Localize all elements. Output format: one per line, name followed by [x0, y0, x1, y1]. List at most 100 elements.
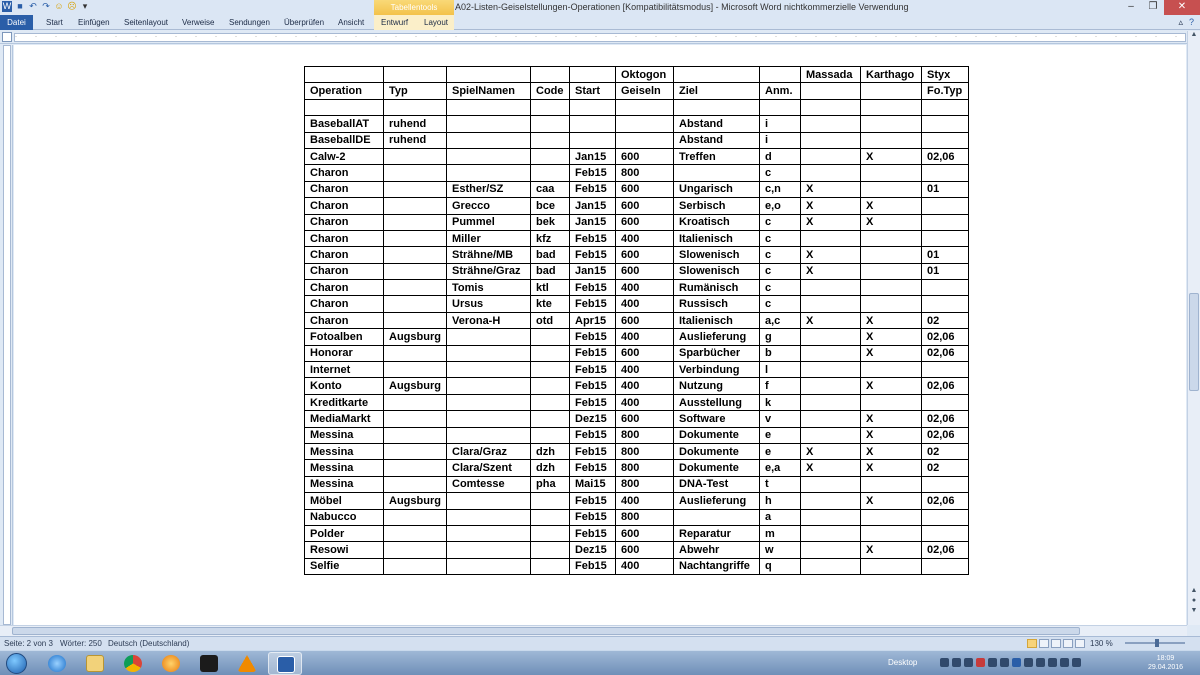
table-cell[interactable]: X: [860, 410, 922, 428]
table-cell[interactable]: 800: [615, 508, 674, 526]
table-cell[interactable]: [383, 98, 447, 117]
table-cell[interactable]: 400: [615, 229, 674, 248]
table-cell[interactable]: d: [759, 147, 801, 166]
table-cell[interactable]: Resowi: [304, 541, 384, 559]
table-cell[interactable]: Abwehr: [673, 541, 760, 559]
table-cell[interactable]: [673, 98, 760, 117]
table-cell[interactable]: [800, 410, 861, 428]
table-cell[interactable]: [759, 65, 801, 84]
table-cell[interactable]: i: [759, 115, 801, 133]
table-cell[interactable]: Slowenisch: [673, 246, 760, 264]
table-cell[interactable]: [615, 115, 674, 133]
table-cell[interactable]: Feb15: [569, 344, 616, 363]
tab-selector[interactable]: [2, 32, 12, 42]
table-cell[interactable]: l: [759, 361, 801, 379]
table-cell[interactable]: Nutzung: [673, 377, 760, 395]
table-cell[interactable]: X: [800, 262, 861, 281]
table-cell[interactable]: [921, 393, 969, 412]
taskbar-internet-explorer[interactable]: [40, 652, 74, 675]
full-screen-view-icon[interactable]: [1039, 639, 1049, 648]
table-cell[interactable]: [860, 279, 922, 297]
table-cell[interactable]: Ausstellung: [673, 393, 760, 412]
table-cell[interactable]: e,a: [759, 459, 801, 477]
table-cell[interactable]: [860, 475, 922, 494]
table-cell[interactable]: 600: [615, 213, 674, 231]
table-cell[interactable]: Russisch: [673, 295, 760, 313]
table-cell[interactable]: e: [759, 442, 801, 461]
table-cell[interactable]: 01: [921, 246, 969, 264]
table-cell[interactable]: Dez15: [569, 410, 616, 428]
undo-icon[interactable]: ↶: [28, 1, 38, 12]
table-cell[interactable]: [569, 115, 616, 133]
table-cell[interactable]: 400: [615, 393, 674, 412]
table-cell[interactable]: [530, 492, 570, 510]
table-cell[interactable]: [569, 65, 616, 84]
table-cell[interactable]: [860, 524, 922, 543]
table-cell[interactable]: a,c: [759, 311, 801, 330]
table-cell[interactable]: Feb15: [569, 492, 616, 510]
table-cell[interactable]: [921, 475, 969, 494]
table-cell[interactable]: X: [800, 197, 861, 215]
table-cell[interactable]: Feb15: [569, 426, 616, 444]
table-cell[interactable]: Selfie: [304, 557, 384, 576]
table-cell[interactable]: [383, 344, 447, 363]
table-cell[interactable]: [860, 246, 922, 264]
table-cell[interactable]: [921, 197, 969, 215]
table-cell[interactable]: Feb15: [569, 361, 616, 379]
table-cell[interactable]: [530, 426, 570, 444]
table-cell[interactable]: [860, 98, 922, 117]
table-cell[interactable]: Charon: [304, 246, 384, 264]
table-cell[interactable]: [800, 361, 861, 379]
table-cell[interactable]: bad: [530, 246, 570, 264]
tab-layout[interactable]: Layout: [424, 18, 448, 27]
table-cell[interactable]: Feb15: [569, 180, 616, 199]
table-cell[interactable]: Grecco: [446, 197, 531, 215]
table-cell[interactable]: [446, 328, 531, 346]
table-cell[interactable]: Charon: [304, 295, 384, 313]
table-cell[interactable]: [530, 98, 570, 117]
tab-entwurf[interactable]: Entwurf: [381, 18, 408, 27]
table-cell[interactable]: Ursus: [446, 295, 531, 313]
tab-ueberpruefen[interactable]: Überprüfen: [284, 18, 324, 27]
table-cell[interactable]: [800, 541, 861, 559]
tray-icon-9[interactable]: [1036, 658, 1045, 667]
table-cell[interactable]: Kroatisch: [673, 213, 760, 231]
table-cell[interactable]: [530, 361, 570, 379]
table-cell[interactable]: Feb15: [569, 229, 616, 248]
tray-icon-5[interactable]: [988, 658, 997, 667]
table-cell[interactable]: [800, 377, 861, 395]
table-cell[interactable]: Rumänisch: [673, 279, 760, 297]
table-cell[interactable]: Software: [673, 410, 760, 428]
browse-object-icon[interactable]: ●: [1188, 597, 1200, 607]
table-cell[interactable]: [800, 279, 861, 297]
table-cell[interactable]: [446, 508, 531, 526]
table-cell[interactable]: bek: [530, 213, 570, 231]
table-cell[interactable]: Charon: [304, 164, 384, 182]
table-cell[interactable]: Geiseln: [615, 82, 674, 100]
table-cell[interactable]: [800, 295, 861, 313]
table-cell[interactable]: Anm.: [759, 82, 801, 100]
table-cell[interactable]: Operation: [304, 82, 384, 100]
table-cell[interactable]: Feb15: [569, 295, 616, 313]
table-cell[interactable]: BaseballDE: [304, 131, 384, 149]
table-cell[interactable]: [860, 295, 922, 313]
table-cell[interactable]: v: [759, 410, 801, 428]
table-cell[interactable]: [921, 295, 969, 313]
data-table[interactable]: Oktogon Massada Karthago Styx Operation Typ Sp…: [304, 65, 969, 576]
table-cell[interactable]: Augsburg: [383, 328, 447, 346]
zoom-slider-knob[interactable]: [1155, 639, 1159, 647]
web-layout-view-icon[interactable]: [1051, 639, 1061, 648]
table-cell[interactable]: Abstand: [673, 115, 760, 133]
taskbar-file-explorer[interactable]: [78, 652, 112, 675]
table-cell[interactable]: [800, 147, 861, 166]
table-cell[interactable]: dzh: [530, 442, 570, 461]
table-cell[interactable]: 400: [615, 557, 674, 576]
table-cell[interactable]: [383, 426, 447, 444]
table-cell[interactable]: 400: [615, 377, 674, 395]
table-cell[interactable]: 01: [921, 180, 969, 199]
tab-start[interactable]: Start: [46, 18, 63, 27]
table-cell[interactable]: [615, 98, 674, 117]
table-cell[interactable]: Verbindung: [673, 361, 760, 379]
table-cell[interactable]: [383, 459, 447, 477]
table-cell[interactable]: Konto: [304, 377, 384, 395]
